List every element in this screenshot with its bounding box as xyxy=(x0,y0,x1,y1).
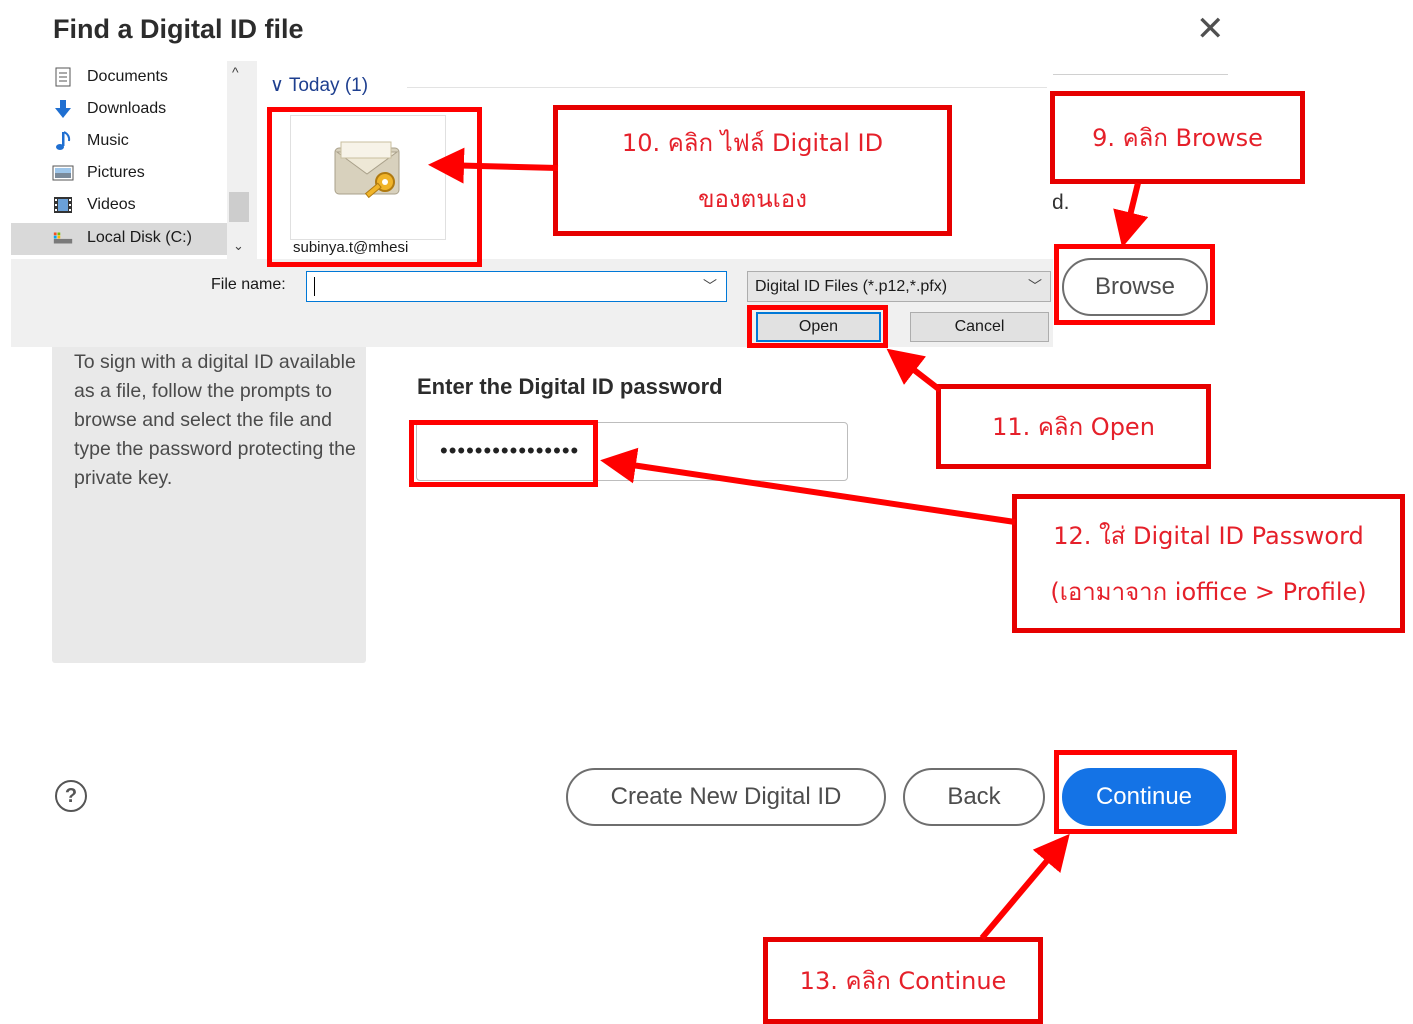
annotation-arrows xyxy=(428,147,1149,940)
arrow-step-10 xyxy=(428,147,559,184)
arrow-step-9 xyxy=(1113,182,1149,248)
arrow-step-12 xyxy=(600,447,1016,525)
arrow-step-13 xyxy=(979,833,1070,940)
arrow-step-11 xyxy=(886,348,942,393)
